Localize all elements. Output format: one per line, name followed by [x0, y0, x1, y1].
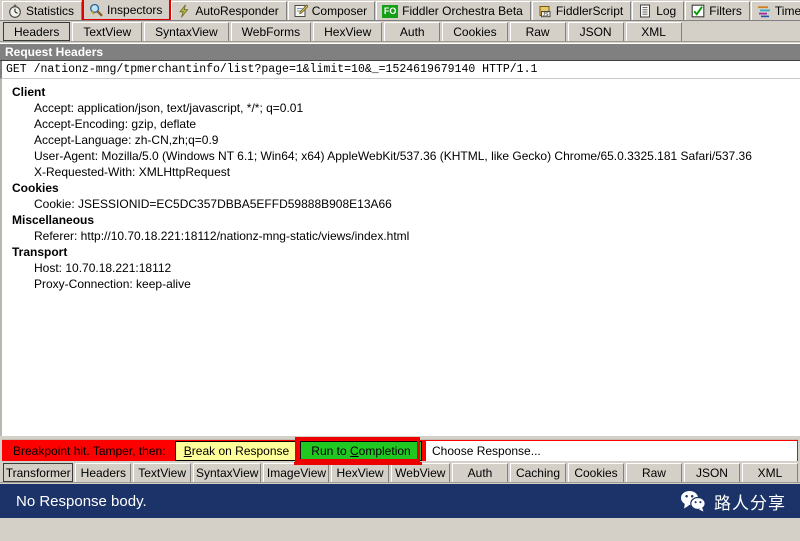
request-tab-hexview[interactable]: HexView [313, 22, 383, 41]
watermark-text: 路人分享 [714, 493, 786, 513]
tab-autoresponder[interactable]: AutoResponder [171, 1, 287, 20]
tab-fiddlerscript[interactable]: JS FiddlerScript [531, 1, 632, 20]
wechat-icon [680, 490, 706, 512]
magnifier-icon [89, 3, 103, 17]
tab-timeline[interactable]: Timeline [750, 1, 800, 20]
header-group-title: Client [12, 85, 46, 99]
run-to-completion-label: Run to Completion [311, 444, 410, 458]
response-tab-caching[interactable]: Caching [509, 463, 566, 482]
request-line[interactable]: GET /nationz-mng/tpmerchantinfo/list?pag… [0, 61, 800, 79]
tab-label: Timeline [774, 4, 800, 18]
tab-label: Inspectors [107, 3, 163, 17]
lightning-icon [177, 4, 191, 18]
header-row[interactable]: Accept-Encoding: gzip, deflate [2, 116, 800, 132]
response-tab-textview[interactable]: TextView [133, 463, 191, 482]
request-tab-textview[interactable]: TextView [72, 22, 143, 41]
fo-badge-icon: FO [382, 4, 399, 18]
response-tab-hexview[interactable]: HexView [331, 463, 389, 482]
response-body-message: No Response body. [16, 492, 147, 510]
tab-inspectors[interactable]: Inspectors [82, 0, 172, 20]
tab-label: Filters [709, 4, 742, 18]
header-row[interactable]: Proxy-Connection: keep-alive [2, 276, 800, 292]
header-row[interactable]: Accept: application/json, text/javascrip… [2, 100, 800, 116]
header-row[interactable]: Host: 10.70.18.221:18112 [2, 260, 800, 276]
request-headers-panel: Request Headers GET /nationz-mng/tpmerch… [0, 43, 800, 436]
header-group-title: Cookies [12, 181, 59, 195]
response-tab-transformer[interactable]: Transformer [3, 463, 74, 482]
log-page-icon [638, 4, 652, 18]
main-tab-strip: Statistics Inspectors AutoResponder Compose… [0, 0, 800, 21]
tab-label: Fiddler Orchestra Beta [402, 4, 523, 18]
tab-filters[interactable]: Filters [685, 1, 750, 20]
request-inspector-tab-strip: Headers TextView SyntaxView WebForms HexView… [0, 21, 800, 42]
response-tab-headers[interactable]: Headers [75, 463, 132, 482]
request-tab-cookies[interactable]: Cookies [442, 22, 508, 41]
js-scroll-icon: JS [538, 4, 552, 18]
run-to-completion-button[interactable]: Run to Completion [300, 440, 422, 461]
tab-log[interactable]: Log [632, 1, 685, 20]
tab-composer[interactable]: Composer [287, 1, 376, 20]
header-row[interactable]: User-Agent: Mozilla/5.0 (Windows NT 6.1;… [2, 148, 800, 164]
tab-label: FiddlerScript [555, 4, 624, 18]
response-tab-syntaxview[interactable]: SyntaxView [192, 463, 262, 482]
request-tab-syntaxview[interactable]: SyntaxView [144, 22, 229, 41]
response-tab-webview[interactable]: WebView [390, 463, 450, 482]
break-on-response-button[interactable]: Break on Response [175, 440, 298, 461]
svg-text:JS: JS [543, 12, 550, 18]
header-row[interactable]: Cookie: JSESSIONID=EC5DC357DBBA5EFFD5988… [2, 196, 800, 212]
header-row[interactable]: X-Requested-With: XMLHttpRequest [2, 164, 800, 180]
request-tab-headers[interactable]: Headers [3, 22, 71, 41]
response-body-panel: No Response body. 路人分享 [0, 484, 800, 518]
request-tab-xml[interactable]: XML [625, 22, 682, 41]
response-tab-raw[interactable]: Raw [625, 463, 682, 482]
break-on-response-accel: B [183, 443, 192, 458]
request-tab-json[interactable]: JSON [567, 22, 624, 41]
header-group-title: Miscellaneous [12, 213, 95, 227]
response-tab-imageview[interactable]: ImageView [263, 463, 330, 482]
fiddler-window: Statistics Inspectors AutoResponder Compose… [0, 0, 800, 541]
request-headers-list: Client Accept: application/json, text/jav… [0, 79, 800, 436]
window-footer [0, 518, 800, 541]
header-group-title: Transport [12, 245, 68, 259]
request-tab-raw[interactable]: Raw [509, 22, 566, 41]
breakpoint-bar: Breakpoint hit. Tamper, then: Break on R… [2, 439, 798, 461]
response-tab-cookies[interactable]: Cookies [567, 463, 624, 482]
tab-label: Log [656, 4, 677, 18]
header-row[interactable]: Referer: http://10.70.18.221:18112/natio… [2, 228, 800, 244]
watermark: 路人分享 [680, 489, 786, 514]
request-tab-auth[interactable]: Auth [384, 22, 441, 41]
response-inspector-tab-strip: Transformer Headers TextView SyntaxView Imag… [0, 462, 800, 483]
run-to-completion-accel: C [350, 443, 359, 458]
request-tab-webforms[interactable]: WebForms [230, 22, 312, 41]
response-tab-json[interactable]: JSON [683, 463, 740, 482]
choose-response-combobox[interactable]: Choose Response... [426, 440, 797, 461]
breakpoint-message: Breakpoint hit. Tamper, then: [13, 443, 166, 458]
tab-label: Composer [311, 4, 368, 18]
tab-fiddler-orchestra-beta[interactable]: FO Fiddler Orchestra Beta [376, 1, 531, 20]
response-tab-auth[interactable]: Auth [451, 463, 508, 482]
breakpoint-bar-wrapper: Breakpoint hit. Tamper, then: Break on R… [0, 437, 800, 462]
pencil-note-icon [294, 4, 309, 18]
tab-label: Statistics [26, 4, 75, 18]
stopwatch-icon [8, 4, 22, 18]
imageview-highlight-underline [294, 462, 422, 465]
request-headers-title: Request Headers [0, 44, 800, 61]
break-on-response-rest: reak on Response [191, 443, 290, 458]
break-on-response-label: Break on Response [184, 444, 289, 458]
run-to-completion-rest: ompletion [358, 443, 411, 458]
header-row[interactable]: Accept-Language: zh-CN,zh;q=0.9 [2, 132, 800, 148]
tab-label: AutoResponder [195, 4, 279, 18]
timeline-bars-icon [757, 4, 771, 18]
tab-statistics[interactable]: Statistics [2, 1, 83, 20]
response-tab-xml[interactable]: XML [741, 463, 798, 482]
run-to-completion-pre: Run to [311, 443, 350, 458]
checkbox-green-icon [691, 4, 705, 18]
